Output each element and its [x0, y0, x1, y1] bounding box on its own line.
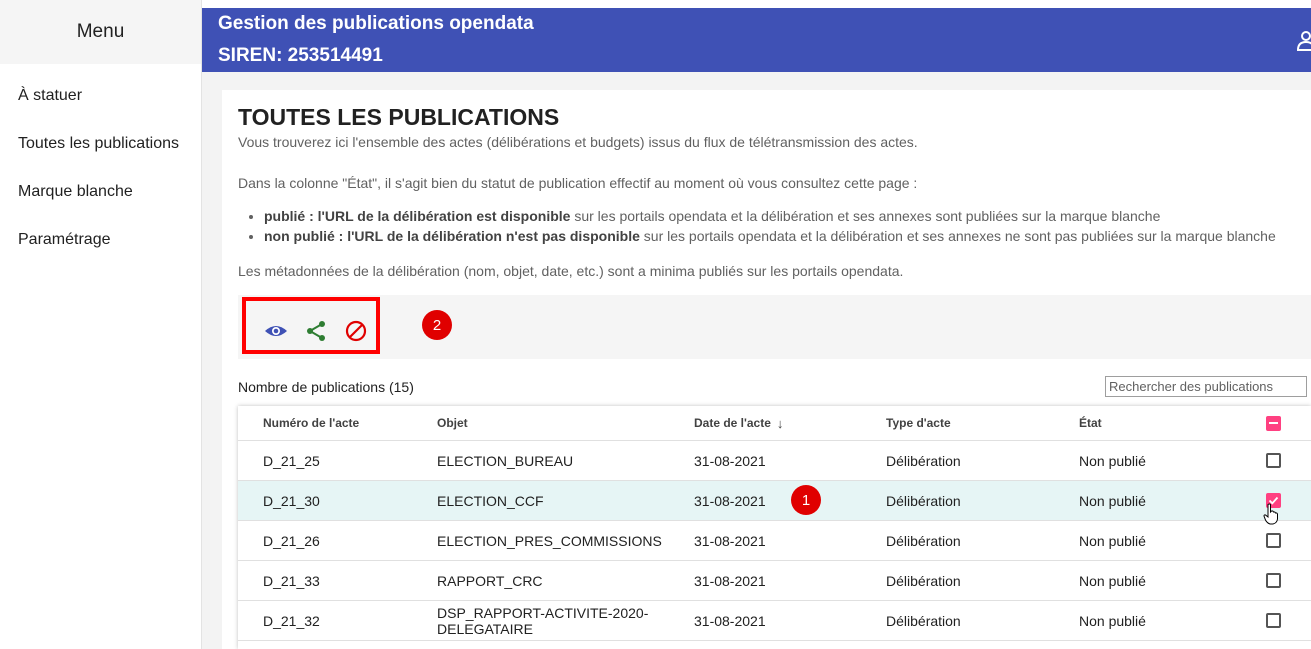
cell-numero: D_21_30: [263, 492, 320, 509]
cell-objet: ELECTION_BUREAU: [437, 452, 574, 469]
cell-date: 31-08-2021: [694, 492, 766, 509]
cell-numero: D_21_25: [263, 452, 320, 469]
cell-objet: ELECTION_CCF: [437, 492, 544, 509]
table-row[interactable]: D_21_33 RAPPORT_CRC 31-08-2021 Délibérat…: [238, 561, 1311, 601]
cell-date: 31-08-2021: [694, 452, 766, 469]
cell-objet: RAPPORT_CRC: [437, 572, 543, 589]
cell-type: Délibération: [886, 612, 961, 629]
search-input[interactable]: [1105, 376, 1307, 397]
page-intro: Vous trouverez ici l'ensemble des actes …: [238, 134, 918, 150]
row-checkbox[interactable]: [1266, 573, 1281, 588]
select-all-checkbox[interactable]: [1266, 416, 1281, 431]
table-row[interactable]: D_21_32 DSP_RAPPORT-ACTIVITE-2020-DELEGA…: [238, 601, 1311, 641]
legend-item-non-publie: non publié : l'URL de la délibération n'…: [264, 226, 1276, 246]
legend-non-publie-bold: non publié : l'URL de la délibération n'…: [264, 228, 640, 244]
cell-numero: D_21_33: [263, 572, 320, 589]
cell-type: Délibération: [886, 452, 961, 469]
table-row[interactable]: D_21_26 ELECTION_PRES_COMMISSIONS 31-08-…: [238, 521, 1311, 561]
row-checkbox[interactable]: [1266, 453, 1281, 468]
user-icon[interactable]: [1297, 30, 1311, 52]
col-header-date[interactable]: Date de l'acte ↓: [694, 406, 783, 440]
state-legend-list: publié : l'URL de la délibération est di…: [264, 206, 1276, 246]
sidebar-item-parametrage[interactable]: Paramétrage: [0, 216, 201, 264]
sidebar-item-a-statuer[interactable]: À statuer: [0, 72, 201, 120]
annotation-badge-1: 1: [791, 485, 821, 515]
cell-numero: D_21_32: [263, 612, 320, 629]
annotation-badge-2: 2: [422, 310, 452, 340]
toolbar-highlight-box: [242, 297, 380, 354]
legend-non-publie-text: sur les portails opendata et la délibéra…: [639, 228, 1276, 244]
sidebar: Menu À statuer Toutes les publications M…: [0, 0, 202, 649]
col-header-numero[interactable]: Numéro de l'acte: [263, 406, 359, 440]
cell-type: Délibération: [886, 492, 961, 509]
col-header-date-label: Date de l'acte: [694, 416, 771, 430]
publications-table: Numéro de l'acte Objet Date de l'acte ↓ T…: [238, 406, 1311, 649]
eye-icon[interactable]: [264, 319, 288, 343]
col-header-objet[interactable]: Objet: [437, 406, 677, 440]
page-title: TOUTES LES PUBLICATIONS: [238, 104, 560, 130]
legend-publie-bold: publié : l'URL de la délibération est di…: [264, 208, 571, 224]
publication-count: Nombre de publications (15): [238, 379, 414, 395]
legend-publie-text: sur les portails opendata et la délibéra…: [570, 208, 1161, 224]
table-header: Numéro de l'acte Objet Date de l'acte ↓ T…: [238, 406, 1311, 441]
cell-etat: Non publié: [1079, 452, 1146, 469]
sidebar-item-marque-blanche[interactable]: Marque blanche: [0, 168, 201, 216]
cell-etat: Non publié: [1079, 532, 1146, 549]
cell-etat: Non publié: [1079, 612, 1146, 629]
siren-label: SIREN: 253514491: [218, 45, 383, 66]
table-row-selected[interactable]: D_21_30 ELECTION_CCF 31-08-2021 Délibéra…: [238, 481, 1311, 525]
row-checkbox[interactable]: [1266, 533, 1281, 548]
cell-type: Délibération: [886, 572, 961, 589]
cell-numero: D_21_26: [263, 532, 320, 549]
app-header: Gestion des publications opendata SIREN:…: [202, 8, 1311, 72]
cell-objet: ELECTION_PRES_COMMISSIONS: [437, 532, 662, 549]
action-toolbar: 2: [238, 295, 1311, 359]
row-checkbox[interactable]: [1266, 613, 1281, 628]
col-header-etat[interactable]: État: [1079, 406, 1102, 440]
cell-objet: DSP_RAPPORT-ACTIVITE-2020-DELEGATAIRE: [437, 604, 649, 637]
main-content: TOUTES LES PUBLICATIONS Vous trouverez i…: [202, 72, 1311, 649]
cell-date: 31-08-2021: [694, 532, 766, 549]
sidebar-title: Menu: [0, 0, 201, 64]
app-title: Gestion des publications opendata: [218, 13, 534, 34]
cell-etat: Non publié: [1079, 572, 1146, 589]
share-icon[interactable]: [304, 319, 328, 343]
sort-arrow-down-icon[interactable]: ↓: [777, 416, 784, 431]
state-note: Dans la colonne "État", il s'agit bien d…: [238, 175, 918, 191]
block-icon[interactable]: [344, 319, 368, 343]
col-header-type[interactable]: Type d'acte: [886, 406, 951, 440]
legend-item-publie: publié : l'URL de la délibération est di…: [264, 206, 1276, 226]
sidebar-item-toutes-publications[interactable]: Toutes les publications: [0, 120, 201, 168]
cell-date: 31-08-2021: [694, 572, 766, 589]
cell-date: 31-08-2021: [694, 612, 766, 629]
cell-type: Délibération: [886, 532, 961, 549]
metadata-note: Les métadonnées de la délibération (nom,…: [238, 263, 904, 279]
cell-etat: Non publié: [1079, 492, 1146, 509]
table-row[interactable]: D_21_25 ELECTION_BUREAU 31-08-2021 Délib…: [238, 441, 1311, 481]
publications-card: TOUTES LES PUBLICATIONS Vous trouverez i…: [222, 90, 1311, 649]
